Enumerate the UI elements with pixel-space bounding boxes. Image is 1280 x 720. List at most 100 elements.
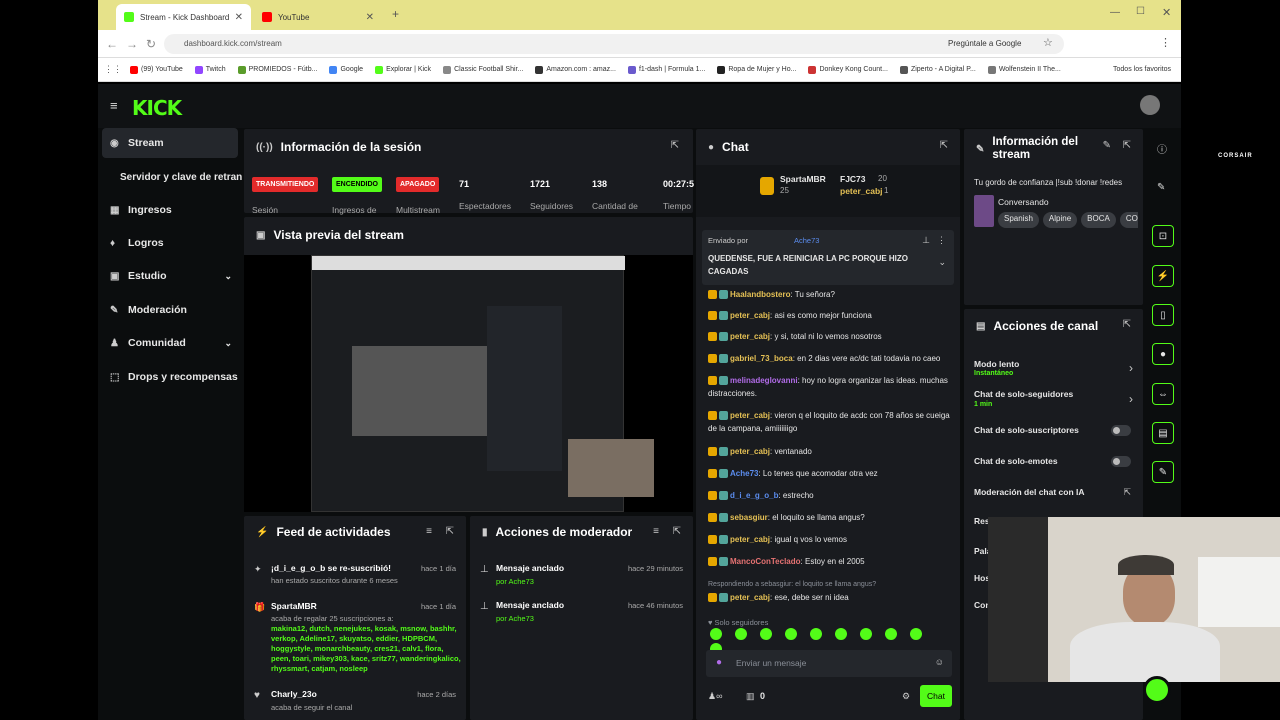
chat-username[interactable]: peter_cabj: [730, 593, 770, 602]
popout-icon[interactable]: ⇱: [1123, 319, 1131, 330]
tag-pill[interactable]: COL: [1119, 212, 1138, 228]
chat-username[interactable]: peter_cabj: [730, 411, 770, 420]
sidebar-item-drops[interactable]: ⬚ Drops y recompensas: [102, 362, 238, 392]
rail-button-document[interactable]: ▯: [1152, 304, 1174, 326]
chat-username[interactable]: gabriel_73_boca: [730, 354, 793, 363]
emote-icon[interactable]: [910, 628, 922, 640]
chat-username[interactable]: peter_cabj: [730, 447, 770, 456]
chat-username[interactable]: peter_cabj: [730, 332, 770, 341]
chat-message[interactable]: melinadeglovanni: hoy no logra organizar…: [708, 374, 953, 400]
chat-username[interactable]: sebasgiur: [730, 513, 768, 522]
chat-message[interactable]: peter_cabj: vieron q el loquito de acdc …: [708, 409, 953, 435]
chat-message[interactable]: peter_cabj: ese, debe ser ni idea: [708, 591, 953, 604]
sidebar-item-moderacion[interactable]: ✎ Moderación: [102, 295, 238, 325]
sidebar-item-ingresos[interactable]: ▦ Ingresos: [102, 195, 238, 225]
rail-button-chat[interactable]: ●: [1152, 343, 1174, 365]
gear-icon[interactable]: ⚙: [902, 691, 910, 702]
apps-icon[interactable]: ⋮⋮: [104, 64, 122, 75]
popout-icon[interactable]: ⇱: [940, 140, 948, 151]
chat-username[interactable]: Ache73: [730, 469, 758, 478]
chevron-right-icon[interactable]: ›: [1129, 361, 1133, 375]
bookmark-item[interactable]: Amazon.com : amaz...: [535, 65, 616, 74]
tag-pill[interactable]: Spanish: [998, 212, 1039, 228]
chat-input[interactable]: ● Enviar un mensaje ☺: [706, 650, 952, 677]
popout-icon[interactable]: ⇱: [1123, 140, 1131, 151]
chat-message[interactable]: gabriel_73_boca: en 2 dias vere ac/dc ta…: [708, 352, 953, 365]
close-icon[interactable]: ✕: [235, 12, 243, 23]
chat-message[interactable]: peter_cabj: asi es como mejor funciona: [708, 309, 953, 322]
rail-button-wrench[interactable]: ✎: [1152, 461, 1174, 483]
rail-button-capture[interactable]: ⊡: [1152, 225, 1174, 247]
emoji-icon[interactable]: ☺: [935, 657, 944, 667]
chat-username[interactable]: d_i_e_g_o_b: [730, 491, 778, 500]
chat-message[interactable]: peter_cabj: igual q vos lo vemos: [708, 533, 953, 546]
sidebar-item-stream[interactable]: ◉ Stream: [102, 128, 238, 158]
sidebar-item-comunidad[interactable]: ♟ Comunidad ⌄: [102, 328, 238, 358]
menu-dots-icon[interactable]: ⋮: [1160, 36, 1171, 49]
chat-username[interactable]: MancoConTeclado: [730, 557, 801, 566]
rail-button-bolt[interactable]: ⚡: [1152, 265, 1174, 287]
chat-message[interactable]: Haalandbostero: Tu señora?: [708, 288, 953, 301]
bookmark-star-icon[interactable]: ☆: [1043, 36, 1053, 49]
bookmark-item[interactable]: PROMIEDOS - Fútb...: [237, 65, 317, 74]
bookmark-item[interactable]: Explorar | Kick: [375, 65, 431, 74]
tag-pill[interactable]: BOCA: [1081, 212, 1116, 228]
bookmark-item[interactable]: Ropa de Mujer y Ho...: [717, 65, 796, 74]
pencil-icon[interactable]: ✎: [1157, 182, 1165, 193]
emote-icon[interactable]: [785, 628, 797, 640]
bookmark-item[interactable]: (99) YouTube: [130, 65, 183, 74]
bookmark-item[interactable]: Ziperto - A Digital P...: [899, 65, 976, 74]
chat-username[interactable]: Haalandbostero: [730, 290, 790, 299]
subscribers-only-toggle[interactable]: [1111, 425, 1131, 436]
bookmark-item[interactable]: Wolfenstein II The...: [987, 65, 1061, 74]
popout-icon[interactable]: ⇱: [673, 526, 681, 537]
avatar[interactable]: [1140, 95, 1160, 115]
window-close-icon[interactable]: ✕: [1162, 6, 1171, 19]
url-input[interactable]: dashboard.kick.com/stream: [164, 34, 1064, 54]
minimize-icon[interactable]: —: [1110, 7, 1120, 18]
filter-icon[interactable]: ≡: [653, 526, 659, 537]
external-link-icon[interactable]: ⇱: [1123, 487, 1131, 498]
chat-username[interactable]: peter_cabj: [730, 535, 770, 544]
emote-icon[interactable]: [885, 628, 897, 640]
forward-icon[interactable]: →: [126, 37, 138, 51]
new-tab-icon[interactable]: +: [392, 7, 399, 21]
chat-message[interactable]: peter_cabj: y si, total ni lo vemos noso…: [708, 330, 953, 343]
chat-message[interactable]: MancoConTeclado: Estoy en el 2005: [708, 555, 953, 568]
edit-icon[interactable]: ✎: [1103, 140, 1111, 151]
bookmark-item[interactable]: f1-dash | Formula 1...: [627, 65, 705, 74]
chevron-down-icon[interactable]: ⌄: [938, 257, 946, 268]
bookmark-item[interactable]: Donkey Kong Count...: [808, 65, 888, 74]
sidebar-item-logros[interactable]: ♦ Logros: [102, 228, 238, 258]
close-icon[interactable]: ✕: [366, 12, 374, 23]
chat-message[interactable]: sebasgiur: el loquito se llama angus?: [708, 511, 953, 524]
emote-icon[interactable]: [810, 628, 822, 640]
reload-icon[interactable]: ↻: [146, 37, 156, 51]
chat-send-button[interactable]: Chat: [920, 685, 952, 707]
sidebar-item-estudio[interactable]: ▣ Estudio ⌄: [102, 261, 238, 291]
floating-help-button[interactable]: [1143, 676, 1171, 704]
chat-username[interactable]: peter_cabj: [730, 311, 770, 320]
pin-icon[interactable]: ⊥: [922, 235, 930, 246]
stream-preview-video[interactable]: [244, 255, 693, 512]
popout-icon[interactable]: ⇱: [671, 140, 679, 151]
info-icon[interactable]: ⓘ: [1157, 141, 1167, 156]
tag-pill[interactable]: Alpine: [1042, 212, 1078, 228]
emote-icon[interactable]: [860, 628, 872, 640]
emote-icon[interactable]: [710, 628, 722, 640]
ask-google-button[interactable]: Pregúntale a Google: [948, 39, 1021, 48]
bookmark-item[interactable]: Classic Football Shir...: [443, 65, 523, 74]
chat-message[interactable]: Ache73: Lo tenes que acomodar otra vez: [708, 467, 953, 480]
emote-icon[interactable]: [735, 628, 747, 640]
hamburger-menu-icon[interactable]: ≡: [110, 98, 118, 113]
chat-username[interactable]: melinadeglovanni: [730, 376, 798, 385]
emote-bar[interactable]: [710, 628, 950, 655]
chat-message[interactable]: d_i_e_g_o_b: estrecho: [708, 489, 953, 502]
back-icon[interactable]: ←: [106, 37, 118, 51]
bookmark-item[interactable]: Google: [329, 65, 363, 74]
all-bookmarks-link[interactable]: Todos los favoritos: [1113, 66, 1171, 73]
rail-button-list[interactable]: ▤: [1152, 422, 1174, 444]
tab-youtube[interactable]: YouTube ✕: [254, 4, 382, 30]
kick-logo[interactable]: KICK: [132, 96, 182, 120]
filter-icon[interactable]: ≡: [426, 526, 432, 537]
